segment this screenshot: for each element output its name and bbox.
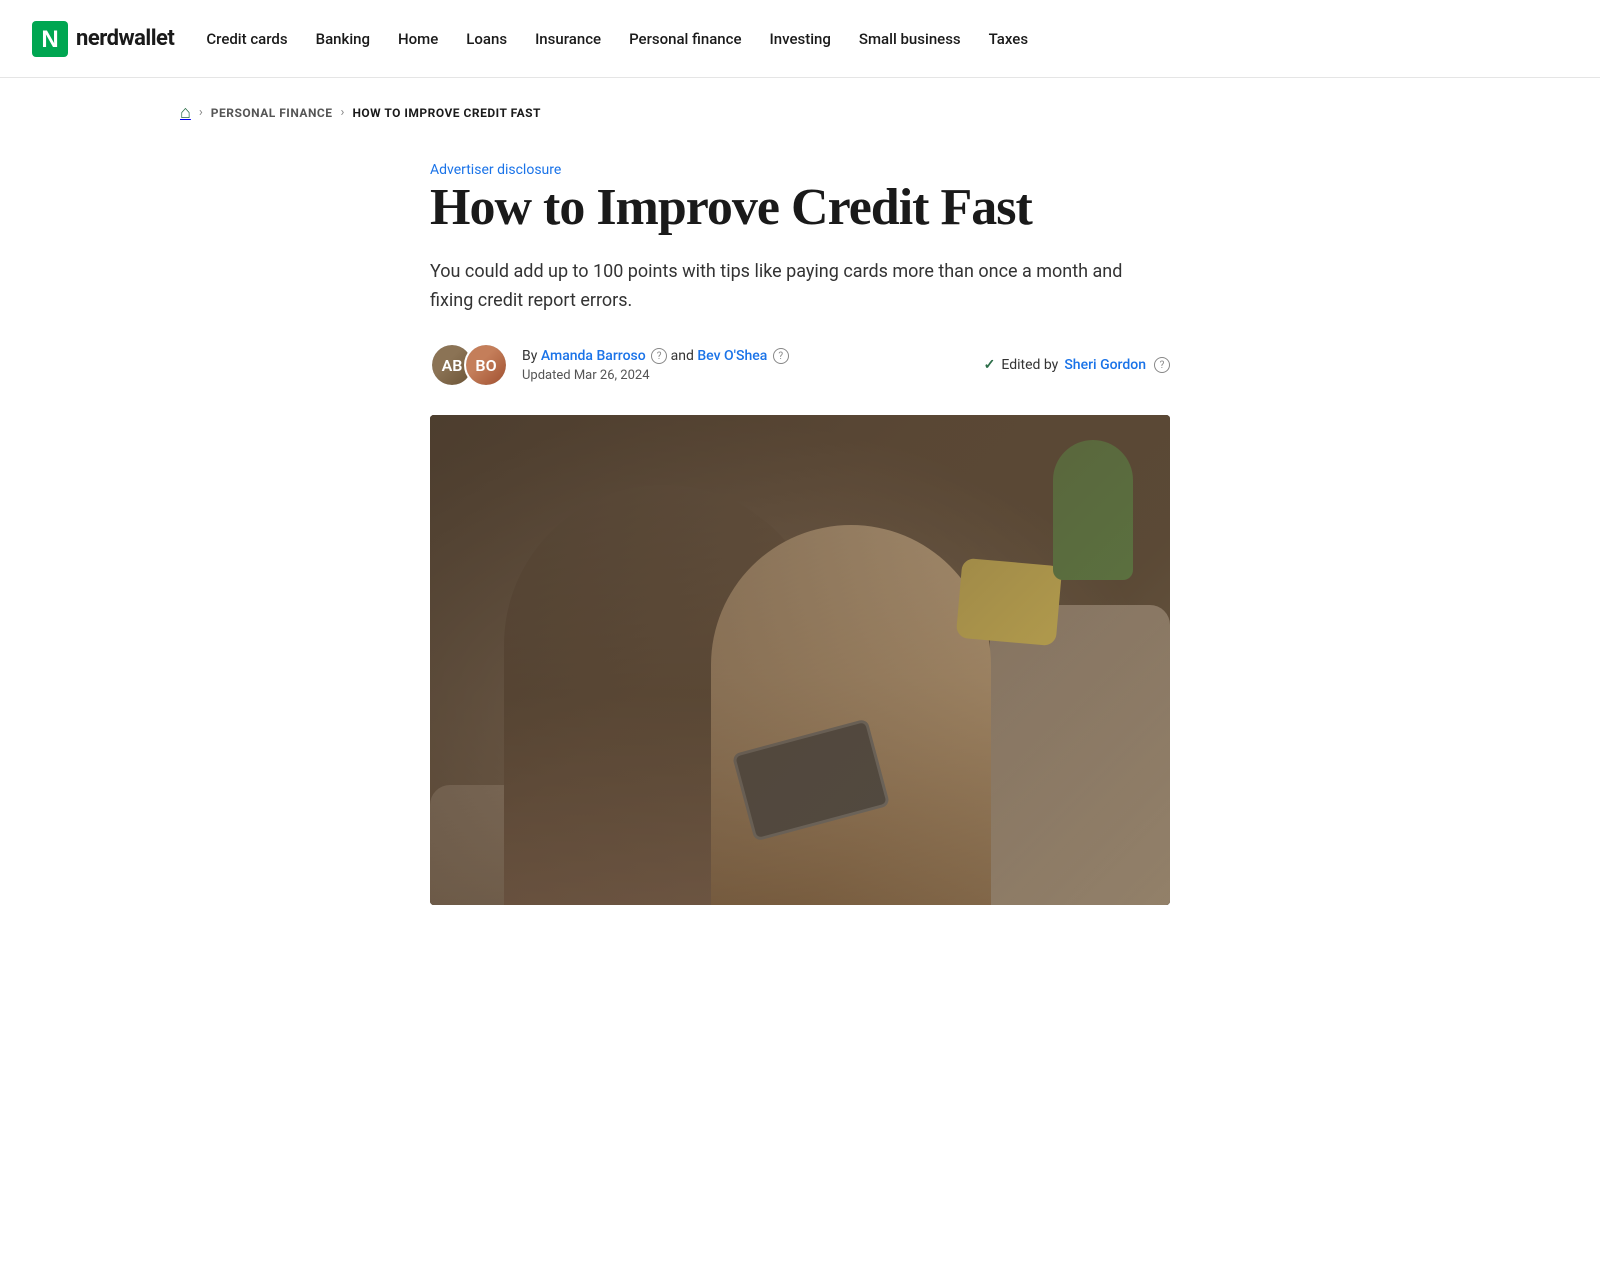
hero-image xyxy=(430,415,1170,905)
article-subtitle: You could add up to 100 points with tips… xyxy=(430,258,1170,316)
avatar-1-initials: AB xyxy=(442,356,463,375)
svg-text:N: N xyxy=(41,25,58,52)
byline-connector: and xyxy=(671,348,698,364)
home-icon: ⌂ xyxy=(180,102,191,123)
logo-text: nerdwallet xyxy=(76,26,174,51)
hero-image-bg xyxy=(430,415,1170,905)
nav-item-taxes: Taxes xyxy=(989,29,1028,48)
breadcrumb-sep-1: › xyxy=(199,105,203,120)
nav-link-investing[interactable]: Investing xyxy=(770,30,831,48)
authors-row: AB BO By Amanda Barroso ? and Bev O'Shea… xyxy=(430,343,1170,387)
nav-item-loans: Loans xyxy=(466,29,507,48)
breadcrumb-personal-finance-link[interactable]: Personal Finance xyxy=(211,106,333,120)
avatar-image-2: BO xyxy=(466,345,506,385)
nav-links: Credit cards Banking Home Loans Insurance Per… xyxy=(206,29,1028,48)
nav-link-credit-cards[interactable]: Credit cards xyxy=(206,30,287,48)
edited-prefix: Edited by xyxy=(1001,357,1058,373)
breadcrumb-home-link[interactable]: ⌂ xyxy=(180,102,191,123)
nav-link-small-business[interactable]: Small business xyxy=(859,30,961,48)
nav-item-investing: Investing xyxy=(770,29,831,48)
nav-item-credit-cards: Credit cards xyxy=(206,29,287,48)
article-title: How to Improve Credit Fast xyxy=(430,178,1170,238)
check-icon: ✓ xyxy=(984,357,996,373)
nav-link-banking[interactable]: Banking xyxy=(316,30,370,48)
hero-overlay xyxy=(430,415,1170,905)
nav-link-loans[interactable]: Loans xyxy=(466,30,507,48)
nav-item-small-business: Small business xyxy=(859,29,961,48)
avatar-2-initials: BO xyxy=(475,356,496,375)
byline-prefix: By xyxy=(522,348,537,364)
author-info: By Amanda Barroso ? and Bev O'Shea ? Upd… xyxy=(522,348,789,383)
nav-item-banking: Banking xyxy=(316,29,370,48)
nav-item-home: Home xyxy=(398,29,438,48)
editor-info-icon[interactable]: ? xyxy=(1154,357,1170,373)
nav-item-insurance: Insurance xyxy=(535,29,601,48)
navbar: N nerdwallet Credit cards Banking Home Loan… xyxy=(0,0,1600,78)
nav-link-taxes[interactable]: Taxes xyxy=(989,30,1028,48)
authors-left: AB BO By Amanda Barroso ? and Bev O'Shea… xyxy=(430,343,789,387)
author-byline: By Amanda Barroso ? and Bev O'Shea ? xyxy=(522,348,789,364)
author-updated: Updated Mar 26, 2024 xyxy=(522,368,789,383)
breadcrumb-sep-2: › xyxy=(341,105,345,120)
author1-link[interactable]: Amanda Barroso xyxy=(541,348,646,364)
authors-right: ✓ Edited by Sheri Gordon ? xyxy=(984,357,1170,373)
nav-link-personal-finance[interactable]: Personal finance xyxy=(629,30,741,48)
avatar-2: BO xyxy=(464,343,508,387)
nav-link-insurance[interactable]: Insurance xyxy=(535,30,601,48)
avatars: AB BO xyxy=(430,343,508,387)
advertiser-disclosure-link[interactable]: Advertiser disclosure xyxy=(430,162,561,178)
logo-link[interactable]: N nerdwallet xyxy=(32,21,174,57)
author2-link[interactable]: Bev O'Shea xyxy=(697,348,767,364)
nav-link-home[interactable]: Home xyxy=(398,30,438,48)
breadcrumb: ⌂ › Personal Finance › How to Improve Cr… xyxy=(0,78,1600,135)
nerdwallet-logo-icon: N xyxy=(32,21,68,57)
author2-info-icon[interactable]: ? xyxy=(773,348,789,364)
article-container: Advertiser disclosure How to Improve Cre… xyxy=(390,135,1210,945)
nav-item-personal-finance: Personal finance xyxy=(629,29,741,48)
editor-link[interactable]: Sheri Gordon xyxy=(1064,357,1146,373)
breadcrumb-current: How to Improve Credit Fast xyxy=(352,106,541,120)
author1-info-icon[interactable]: ? xyxy=(651,348,667,364)
